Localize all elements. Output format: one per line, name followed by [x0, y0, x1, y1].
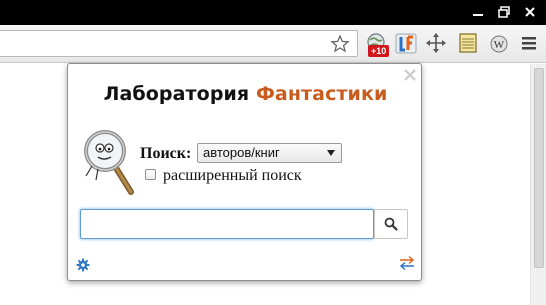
maximize-icon	[498, 6, 510, 18]
chevron-down-icon	[327, 150, 335, 156]
popup-close-icon[interactable]	[403, 68, 417, 82]
magnifier-mascot-icon	[84, 130, 134, 195]
address-bar[interactable]	[0, 30, 358, 57]
close-window-button[interactable]	[519, 3, 541, 21]
notes-extension-icon[interactable]	[456, 31, 480, 55]
advanced-search-label: расширенный поиск	[163, 167, 302, 184]
advanced-search-checkbox[interactable]	[145, 169, 156, 180]
search-input[interactable]	[80, 209, 374, 239]
search-label: Поиск:	[140, 145, 192, 162]
close-icon	[525, 7, 535, 17]
search-type-select[interactable]: авторов/книг	[197, 143, 342, 163]
title-part1: Лаборатория	[103, 83, 250, 105]
search-button[interactable]	[374, 209, 408, 239]
browser-toolbar: +10 W	[0, 25, 546, 63]
gear-icon[interactable]	[76, 258, 90, 272]
popup-title: Лаборатория Фантастики	[68, 83, 423, 105]
fantlab-extension-icon[interactable]	[394, 31, 418, 55]
move-arrows-icon[interactable]	[424, 31, 448, 55]
window-titlebar	[0, 0, 546, 25]
menu-icon[interactable]	[517, 31, 541, 55]
fantlab-popup: Лаборатория Фантастики Поиск: авторов/кн…	[67, 63, 422, 281]
svg-text:W: W	[494, 39, 505, 51]
notification-badge: +10	[368, 45, 390, 57]
swap-arrows-icon[interactable]	[398, 254, 416, 272]
title-part2: Фантастики	[255, 83, 388, 105]
bookmark-star-icon[interactable]	[330, 34, 350, 54]
search-type-value: авторов/книг	[203, 145, 280, 160]
search-icon	[384, 217, 398, 231]
scrollbar-thumb[interactable]	[534, 68, 544, 268]
maximize-button[interactable]	[493, 3, 515, 21]
minimize-icon	[473, 14, 483, 16]
wiki-extension-icon[interactable]: W	[487, 31, 511, 55]
page-scrollbar[interactable]	[530, 64, 546, 305]
minimize-button[interactable]	[467, 3, 489, 21]
